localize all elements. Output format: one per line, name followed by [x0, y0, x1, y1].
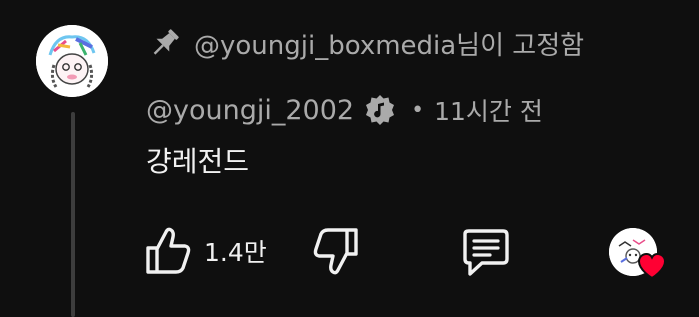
creator-heart — [609, 228, 667, 282]
music-note-badge-icon — [363, 93, 397, 127]
reply-button[interactable] — [460, 228, 512, 278]
pin-icon — [148, 26, 182, 60]
dislike-button[interactable] — [312, 226, 362, 276]
reply-thread-line — [71, 112, 75, 317]
comment-actions: 1.4만 — [144, 226, 684, 280]
like-button[interactable]: 1.4만 — [144, 226, 267, 276]
comment-body: 걍레전드 — [146, 145, 250, 178]
reply-comment-icon — [460, 228, 512, 278]
pinned-by-text: @youngji_boxmedia님이 고정함 — [194, 30, 585, 61]
pinned-comment: @youngji_boxmedia님이 고정함 @youngji_2002 • … — [0, 0, 699, 317]
thumb-down-icon — [312, 226, 362, 276]
commenter-avatar[interactable] — [36, 25, 108, 97]
thumb-up-icon — [144, 226, 192, 276]
comment-timestamp[interactable]: 11시간 전 — [434, 92, 543, 128]
comment-header: @youngji_2002 • 11시간 전 — [146, 88, 543, 132]
like-count: 1.4만 — [204, 238, 267, 267]
separator-dot: • — [411, 97, 425, 123]
comment-author[interactable]: @youngji_2002 — [146, 95, 354, 126]
pinned-label: @youngji_boxmedia님이 고정함 — [148, 22, 584, 64]
heart-icon — [637, 252, 667, 280]
